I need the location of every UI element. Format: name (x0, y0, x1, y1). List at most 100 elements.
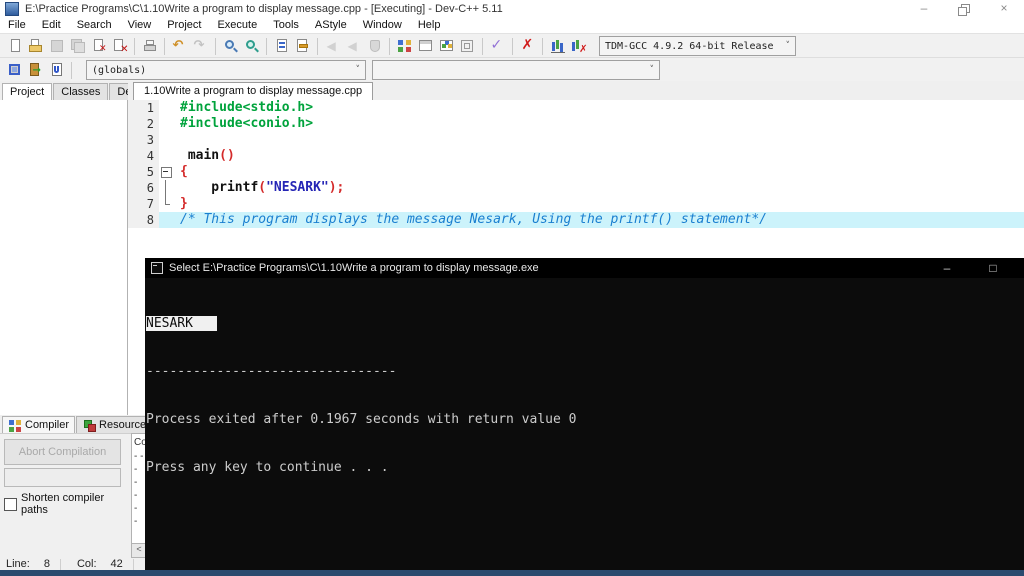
insert-snippet-button[interactable] (4, 60, 25, 81)
shorten-paths-row: Shorten compiler paths (4, 492, 131, 516)
globals-combo[interactable]: (globals) ˅ (86, 60, 366, 80)
menu-search[interactable]: Search (69, 18, 120, 32)
compile-button[interactable] (394, 36, 415, 57)
new-file-button[interactable] (4, 36, 25, 57)
code-token: "NESARK" (266, 180, 329, 195)
console-line-output: NESARK (146, 316, 1024, 332)
fold-column (159, 100, 174, 116)
replace-button[interactable] (271, 36, 292, 57)
tab-project[interactable]: Project (2, 83, 53, 100)
find-next-button[interactable] (241, 36, 262, 57)
toolbar-separator (134, 37, 135, 55)
menu-project[interactable]: Project (159, 18, 209, 32)
find-icon (223, 38, 239, 54)
toggle-bookmark-button[interactable] (25, 60, 46, 81)
new-file-icon (7, 38, 23, 54)
editor-tab[interactable]: 1.10Write a program to display message.c… (133, 82, 374, 100)
fold-open-marker[interactable] (159, 164, 174, 180)
line-number: 4 (128, 148, 159, 164)
shorten-paths-checkbox[interactable] (4, 497, 17, 511)
editor-line: 2 #include<conio.h> (128, 116, 1024, 132)
project-browser-panel[interactable] (0, 100, 128, 415)
console-title-bar[interactable]: Select E:\Practice Programs\C\1.10Write … (145, 258, 1024, 278)
code-text: } (174, 196, 1024, 212)
print-button[interactable] (139, 36, 160, 57)
fold-column (159, 132, 174, 148)
editor-line: 4 main() (128, 148, 1024, 164)
code-token: { (180, 164, 188, 179)
syntax-check-button[interactable] (487, 36, 508, 57)
rebuild-all-icon (460, 38, 476, 54)
menu-tools[interactable]: Tools (265, 18, 307, 32)
code-token: } (180, 196, 188, 211)
redo-icon (193, 38, 209, 54)
code-token: #include<conio.h> (180, 116, 314, 131)
tab-label: Resources (99, 419, 147, 431)
close-icon[interactable]: × (984, 0, 1024, 17)
open-file-button[interactable] (25, 36, 46, 57)
abort-compilation-button[interactable]: Abort Compilation (4, 439, 121, 465)
forward-button[interactable] (343, 36, 364, 57)
menu-edit[interactable]: Edit (34, 18, 69, 32)
fold-line-marker (159, 180, 174, 196)
member-combo[interactable]: ˅ (372, 60, 660, 80)
line-number: 7 (128, 196, 159, 212)
toolbar-separator (215, 37, 216, 55)
delete-profiling-button[interactable] (568, 36, 589, 57)
compile-log-header: Co (134, 437, 147, 448)
save-all-button[interactable] (67, 36, 88, 57)
minimize-icon[interactable]: – (904, 0, 944, 17)
console-maximize-icon[interactable]: □ (970, 258, 1016, 278)
abort-button[interactable] (364, 36, 385, 57)
line-number: 3 (128, 132, 159, 148)
menu-window[interactable]: Window (355, 18, 410, 32)
log-row: - (134, 464, 138, 475)
log-row: - (134, 516, 138, 527)
close-all-button[interactable] (109, 36, 130, 57)
find-button[interactable] (220, 36, 241, 57)
tab-resources[interactable]: Resources (76, 416, 147, 433)
goto-line-button[interactable] (292, 36, 313, 57)
globals-value: (globals) (92, 64, 147, 76)
profile-icon (550, 38, 566, 54)
console-line-divider: -------------------------------- (146, 364, 397, 379)
compile-run-button[interactable] (436, 36, 457, 57)
profile-button[interactable] (547, 36, 568, 57)
run-button[interactable] (415, 36, 436, 57)
compiler-panel: Abort Compilation Shorten compiler paths (0, 433, 132, 557)
log-rows: - - - - - - - (132, 450, 146, 528)
menu-file[interactable]: File (0, 18, 34, 32)
close-file-button[interactable] (88, 36, 109, 57)
forward-icon (346, 38, 362, 54)
compiler-profile-combo[interactable]: TDM-GCC 4.9.2 64-bit Release ˅ (599, 36, 796, 56)
log-row: - - (134, 451, 144, 462)
console-window[interactable]: Select E:\Practice Programs\C\1.10Write … (145, 258, 1024, 570)
tab-classes[interactable]: Classes (53, 83, 109, 100)
console-minimize-icon[interactable]: – (924, 258, 970, 278)
toolbar-separator (71, 61, 72, 79)
code-token: () (219, 148, 235, 163)
rebuild-all-button[interactable] (457, 36, 478, 57)
back-button[interactable] (322, 36, 343, 57)
panel-tabs: ProjectClassesDebug (0, 81, 158, 100)
editor-line: 7} (128, 196, 1024, 212)
menu-help[interactable]: Help (410, 18, 449, 32)
delete-profiling-icon (571, 38, 588, 55)
goto-bookmark-button[interactable] (46, 60, 67, 81)
tab-compiler[interactable]: Compiler (2, 416, 76, 433)
fold-column (159, 148, 174, 164)
window-title: E:\Practice Programs\C\1.10Write a progr… (25, 2, 503, 15)
redo-button[interactable] (190, 36, 211, 57)
clean-button[interactable] (517, 36, 538, 57)
restore-icon[interactable] (944, 0, 984, 17)
compile-progress-bar (4, 468, 121, 487)
editor-line: 6 printf("NESARK"); (128, 180, 1024, 196)
menu-execute[interactable]: Execute (209, 18, 265, 32)
menu-astyle[interactable]: AStyle (307, 18, 355, 32)
code-token: #include<stdio.h> (180, 100, 314, 115)
save-button[interactable] (46, 36, 67, 57)
console-window-controls: – □ (924, 258, 1024, 278)
menu-view[interactable]: View (120, 18, 160, 32)
compiler-tab-icon (8, 418, 22, 432)
undo-button[interactable] (169, 36, 190, 57)
